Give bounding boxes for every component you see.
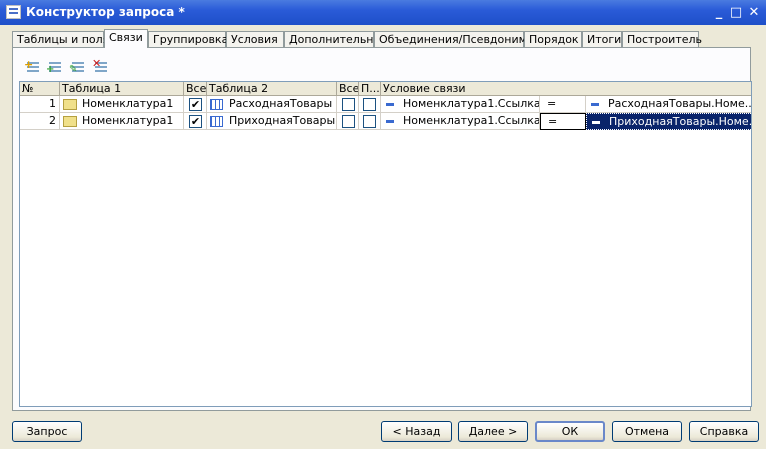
condition-left-cell[interactable]: Номенклатура1.Ссылка bbox=[381, 96, 540, 113]
condition-left: Номенклатура1.Ссылка bbox=[403, 97, 540, 110]
table-row[interactable]: 2 Номенклатура1 ✔ ПриходнаяТовары Номенк… bbox=[20, 113, 752, 130]
app-icon bbox=[6, 5, 21, 19]
table1-cell[interactable]: Номенклатура1 bbox=[60, 113, 184, 130]
row-number: 1 bbox=[20, 96, 60, 113]
column-header-number[interactable]: № bbox=[20, 82, 60, 96]
field-icon bbox=[386, 120, 394, 123]
table2-name: ПриходнаяТовары bbox=[229, 114, 336, 127]
edit-link-icon[interactable]: ✎ bbox=[69, 59, 85, 75]
tab-tables-fields[interactable]: Таблицы и поля bbox=[12, 31, 109, 47]
column-header-all1[interactable]: Все bbox=[184, 82, 207, 96]
table1-name: Номенклатура1 bbox=[82, 114, 174, 127]
ok-button[interactable]: ОК bbox=[535, 421, 605, 442]
tab-conditions[interactable]: Условия bbox=[226, 31, 284, 47]
condition-right: РасходнаяТовары.Номе... bbox=[608, 97, 752, 110]
field-icon bbox=[592, 121, 600, 124]
all1-checkbox[interactable]: ✔ bbox=[189, 115, 202, 128]
column-header-table1[interactable]: Таблица 1 bbox=[60, 82, 184, 96]
title-bar: Конструктор запроса * _ □ ✕ bbox=[0, 0, 766, 25]
tab-links[interactable]: Связи bbox=[104, 29, 148, 48]
all2-cell bbox=[337, 96, 359, 113]
table2-cell[interactable]: ПриходнаяТовары bbox=[207, 113, 337, 130]
all2-checkbox[interactable] bbox=[342, 115, 355, 128]
condition-right-cell[interactable]: РасходнаяТовары.Номе... bbox=[586, 96, 752, 113]
p-cell bbox=[359, 113, 381, 130]
table1-name: Номенклатура1 bbox=[82, 97, 174, 110]
all1-cell: ✔ bbox=[184, 96, 207, 113]
condition-right: ПриходнаяТовары.Номе... bbox=[609, 115, 752, 128]
all1-cell: ✔ bbox=[184, 113, 207, 130]
add-link-icon[interactable]: + bbox=[24, 58, 40, 75]
condition-left-cell[interactable]: Номенклатура1.Ссылка bbox=[381, 113, 540, 130]
next-button[interactable]: Далее > bbox=[458, 421, 528, 442]
tab-order[interactable]: Порядок bbox=[524, 31, 582, 47]
field-icon bbox=[591, 103, 599, 106]
condition-operator[interactable]: = bbox=[540, 96, 586, 113]
help-button[interactable]: Справка bbox=[689, 421, 759, 442]
p-cell bbox=[359, 96, 381, 113]
condition-right-cell-selected[interactable]: ПриходнаяТовары.Номе... bbox=[586, 113, 752, 130]
field-icon bbox=[386, 103, 394, 106]
close-button[interactable]: ✕ bbox=[746, 5, 762, 20]
table2-cell[interactable]: РасходнаяТовары bbox=[207, 96, 337, 113]
table-icon bbox=[210, 99, 223, 110]
folder-icon bbox=[63, 99, 77, 110]
row-number: 2 bbox=[20, 113, 60, 130]
back-button[interactable]: < Назад bbox=[381, 421, 452, 442]
copy-link-icon[interactable]: + bbox=[46, 59, 62, 75]
minimize-button[interactable]: _ bbox=[711, 5, 727, 20]
table1-cell[interactable]: Номенклатура1 bbox=[60, 96, 184, 113]
tab-grouping[interactable]: Группировка bbox=[148, 31, 228, 47]
tab-totals[interactable]: Итоги bbox=[582, 31, 622, 47]
all2-checkbox[interactable] bbox=[342, 98, 355, 111]
column-header-link-condition[interactable]: Условие связи bbox=[381, 82, 751, 96]
links-table[interactable]: № Таблица 1 Все Таблица 2 Все П... Услов… bbox=[19, 81, 752, 407]
column-header-all2[interactable]: Все bbox=[337, 82, 359, 96]
condition-operator[interactable]: = bbox=[540, 113, 586, 130]
tab-builder[interactable]: Построитель bbox=[622, 31, 702, 47]
column-header-table2[interactable]: Таблица 2 bbox=[207, 82, 337, 96]
maximize-button[interactable]: □ bbox=[728, 5, 744, 20]
cancel-button[interactable]: Отмена bbox=[612, 421, 682, 442]
delete-link-icon[interactable]: ✕ bbox=[92, 57, 108, 75]
p-checkbox[interactable] bbox=[363, 115, 376, 128]
all1-checkbox[interactable]: ✔ bbox=[189, 98, 202, 111]
table-row[interactable]: 1 Номенклатура1 ✔ РасходнаяТовары Номенк… bbox=[20, 96, 752, 113]
tab-unions-aliases[interactable]: Объединения/Псевдонимы bbox=[374, 31, 536, 47]
all2-cell bbox=[337, 113, 359, 130]
table-icon bbox=[210, 116, 223, 127]
table2-name: РасходнаяТовары bbox=[229, 97, 333, 110]
query-button[interactable]: Запрос bbox=[12, 421, 82, 442]
folder-icon bbox=[63, 116, 77, 127]
tab-additional[interactable]: Дополнительно bbox=[284, 31, 380, 47]
p-checkbox[interactable] bbox=[363, 98, 376, 111]
window-title: Конструктор запроса * bbox=[26, 5, 185, 19]
column-header-p[interactable]: П... bbox=[359, 82, 381, 96]
condition-left: Номенклатура1.Ссылка bbox=[403, 114, 540, 127]
